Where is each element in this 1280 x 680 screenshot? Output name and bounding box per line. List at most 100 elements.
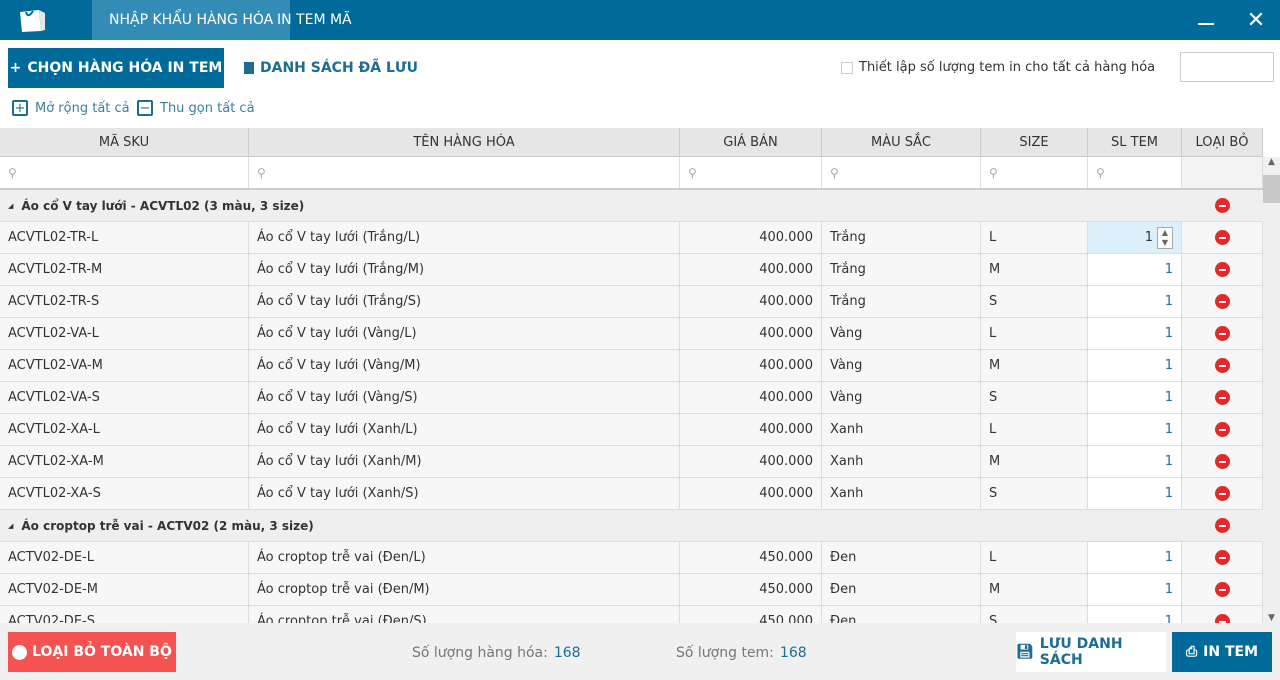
cell-color: Trắng	[822, 254, 981, 285]
cell-size: M	[981, 254, 1088, 285]
filter-sku[interactable]: ⚲	[0, 157, 249, 188]
minimize-icon[interactable]	[1186, 0, 1226, 40]
remove-row-button[interactable]	[1182, 350, 1263, 381]
cell-color: Đen	[822, 574, 981, 605]
expand-all-button[interactable]: + Mở rộng tất cả	[12, 100, 130, 116]
col-color[interactable]: MÀU SẮC	[822, 128, 981, 156]
set-all-quantity-input[interactable]	[1180, 52, 1274, 82]
grid-body: ◢ Áo cổ V tay lưới - ACVTL02 (3 màu, 3 si…	[0, 190, 1263, 623]
remove-row-button[interactable]	[1182, 254, 1263, 285]
cell-color: Vàng	[822, 382, 981, 413]
filter-color[interactable]: ⚲	[822, 157, 981, 188]
sku-value: ACVTL02-XA-M	[8, 454, 104, 469]
cell-qty[interactable]: 1	[1088, 542, 1182, 573]
cell-name: Áo cổ V tay lưới (Vàng/S)	[249, 382, 680, 413]
col-qty[interactable]: SL TEM	[1088, 128, 1182, 156]
saved-list-button[interactable]: DANH SÁCH ĐÃ LƯU	[244, 48, 418, 88]
name-value: Áo cổ V tay lưới (Xanh/L)	[257, 422, 418, 437]
remove-row-button[interactable]	[1182, 446, 1263, 477]
size-value: L	[989, 550, 997, 565]
cell-qty[interactable]: 1	[1088, 478, 1182, 509]
group-header[interactable]: ◢ Áo cổ V tay lưới - ACVTL02 (3 màu, 3 si…	[0, 190, 1182, 221]
remove-row-button[interactable]	[1182, 318, 1263, 349]
remove-row-button[interactable]	[1182, 382, 1263, 413]
cell-name: Áo cổ V tay lưới (Trắng/L)	[249, 222, 680, 253]
color-value: Xanh	[830, 454, 864, 469]
qty-value: 1	[1164, 582, 1173, 597]
col-remove: LOẠI BỎ	[1182, 128, 1263, 156]
remove-row-button[interactable]	[1182, 542, 1263, 573]
cell-qty[interactable]: 1	[1088, 446, 1182, 477]
cell-name: Áo cổ V tay lưới (Vàng/M)	[249, 350, 680, 381]
cell-sku: ACVTL02-VA-M	[0, 350, 249, 381]
cell-qty[interactable]: 1	[1088, 414, 1182, 445]
cell-qty[interactable]: 1	[1088, 318, 1182, 349]
cell-color: Vàng	[822, 318, 981, 349]
price-value: 400.000	[759, 486, 813, 501]
col-price[interactable]: GIÁ BÁN	[680, 128, 822, 156]
sku-value: ACVTL02-TR-L	[8, 230, 99, 245]
filter-size[interactable]: ⚲	[981, 157, 1088, 188]
cell-price: 450.000	[680, 606, 822, 623]
search-icon: ⚲	[830, 165, 839, 180]
collapse-triangle-icon[interactable]: ◢	[8, 522, 13, 530]
cell-size: L	[981, 222, 1088, 253]
remove-all-button[interactable]: LOẠI BỎ TOÀN BỘ	[8, 632, 176, 672]
remove-row-button[interactable]	[1182, 478, 1263, 509]
table-row: ACTV02-DE-S Áo croptop trễ vai (Đen/S) 450…	[0, 606, 1263, 623]
cell-sku: ACVTL02-VA-L	[0, 318, 249, 349]
choose-goods-button[interactable]: + CHỌN HÀNG HÓA IN TEM	[8, 48, 224, 88]
remove-row-button[interactable]	[1182, 574, 1263, 605]
remove-row-button[interactable]	[1182, 222, 1263, 253]
col-name[interactable]: TÊN HÀNG HÓA	[249, 128, 680, 156]
cell-qty[interactable]: 1	[1088, 350, 1182, 381]
remove-group-button[interactable]	[1182, 190, 1263, 221]
sku-value: ACTV02-DE-M	[8, 582, 98, 597]
cell-qty[interactable]: 1	[1088, 286, 1182, 317]
size-value: L	[989, 422, 997, 437]
minus-circle-icon	[1214, 614, 1230, 623]
remove-row-button[interactable]	[1182, 606, 1263, 623]
cell-qty[interactable]: 1	[1088, 574, 1182, 605]
checkbox-box[interactable]	[841, 61, 853, 74]
scrollbar-thumb[interactable]	[1263, 175, 1280, 203]
group-header[interactable]: ◢ Áo croptop trễ vai - ACTV02 (2 màu, 3 s…	[0, 510, 1182, 541]
cell-price: 400.000	[680, 318, 822, 349]
quantity-stepper[interactable]: ▲ ▼	[1157, 226, 1173, 249]
table-row: ACTV02-DE-M Áo croptop trễ vai (Đen/M) 450…	[0, 574, 1263, 606]
close-icon[interactable]: ✕	[1236, 0, 1276, 40]
collapse-triangle-icon[interactable]: ◢	[8, 202, 13, 210]
filter-name[interactable]: ⚲	[249, 157, 680, 188]
group-row[interactable]: ◢ Áo croptop trễ vai - ACTV02 (2 màu, 3 s…	[0, 510, 1263, 542]
qty-value: 1	[1164, 454, 1173, 469]
minus-circle-icon	[1214, 582, 1230, 597]
filter-price[interactable]: ⚲	[680, 157, 822, 188]
cell-qty[interactable]: 1	[1088, 606, 1182, 623]
cell-qty[interactable]: 1 ▲ ▼	[1088, 222, 1182, 253]
cell-name: Áo croptop trễ vai (Đen/L)	[249, 542, 680, 573]
name-value: Áo cổ V tay lưới (Vàng/L)	[257, 326, 417, 341]
price-value: 400.000	[759, 390, 813, 405]
remove-group-button[interactable]	[1182, 510, 1263, 541]
set-all-checkbox[interactable]: Thiết lập số lượng tem in cho tất cả hàn…	[841, 60, 1155, 75]
col-sku[interactable]: MÃ SKU	[0, 128, 249, 156]
col-size[interactable]: SIZE	[981, 128, 1088, 156]
tab-print-labels[interactable]: IN TEM MÃ	[260, 0, 369, 40]
size-value: S	[989, 486, 998, 501]
remove-row-button[interactable]	[1182, 414, 1263, 445]
save-list-button[interactable]: 💾︎ LƯU DANH SÁCH	[1016, 632, 1166, 672]
cell-size: S	[981, 478, 1088, 509]
cell-qty[interactable]: 1	[1088, 382, 1182, 413]
remove-row-button[interactable]	[1182, 286, 1263, 317]
group-row[interactable]: ◢ Áo cổ V tay lưới - ACVTL02 (3 màu, 3 si…	[0, 190, 1263, 222]
print-labels-button[interactable]: ⎙ IN TEM	[1172, 632, 1272, 672]
vertical-scrollbar[interactable]: ▲ ▼	[1263, 157, 1280, 623]
label-count: Số lượng tem: 168	[676, 645, 807, 661]
minus-circle-icon	[1214, 326, 1230, 341]
cell-qty[interactable]: 1	[1088, 254, 1182, 285]
choose-goods-label: CHỌN HÀNG HÓA IN TEM	[27, 60, 223, 76]
list-icon	[244, 62, 254, 74]
filter-qty[interactable]: ⚲	[1088, 157, 1182, 188]
cell-color: Xanh	[822, 414, 981, 445]
collapse-all-button[interactable]: − Thu gọn tất cả	[137, 100, 255, 116]
